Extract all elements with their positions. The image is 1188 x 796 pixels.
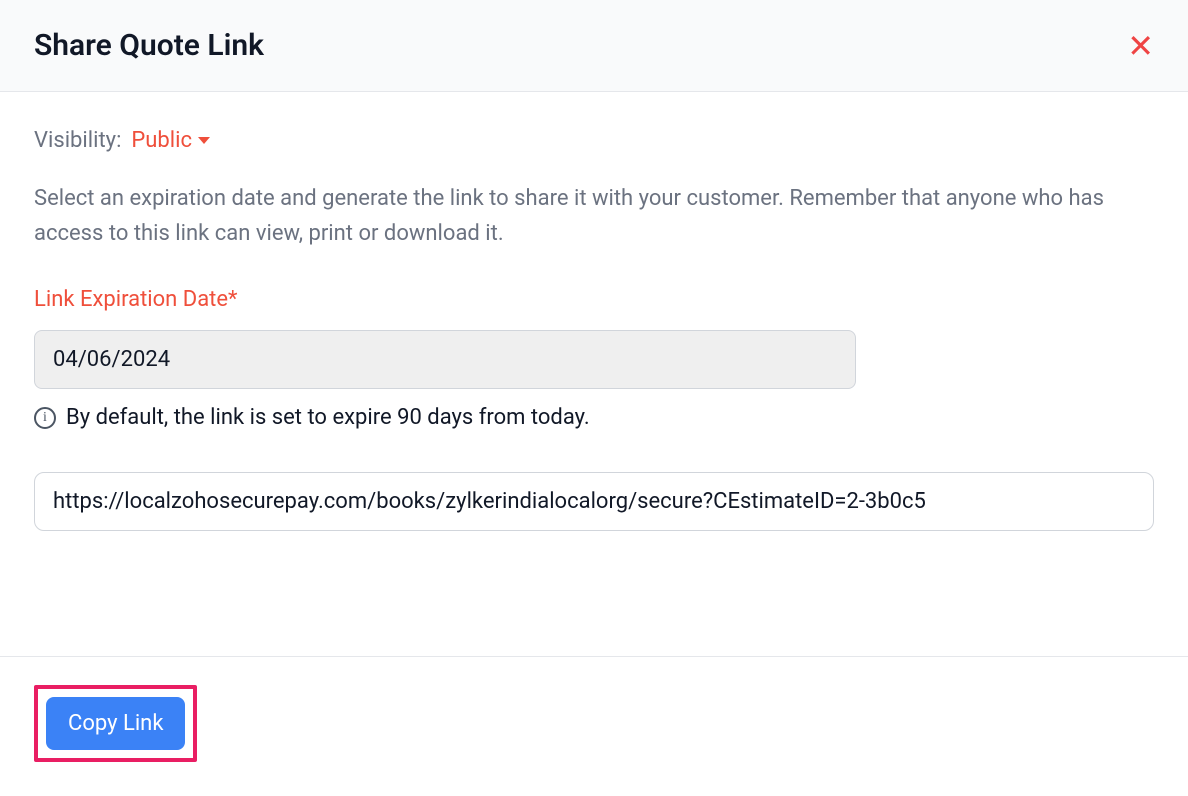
visibility-label: Visibility:	[34, 128, 121, 153]
highlight-annotation: Copy Link	[34, 685, 197, 762]
copy-link-button[interactable]: Copy Link	[46, 697, 185, 750]
modal-footer: Copy Link	[0, 656, 1188, 796]
share-link-modal: Share Quote Link ✕ Visibility: Public Se…	[0, 0, 1188, 796]
chevron-down-icon	[198, 137, 210, 144]
close-icon: ✕	[1127, 28, 1154, 64]
expiration-help-text: By default, the link is set to expire 90…	[66, 405, 590, 430]
visibility-value: Public	[131, 128, 192, 153]
expiration-label: Link Expiration Date*	[34, 287, 1154, 312]
visibility-row: Visibility: Public	[34, 128, 1154, 153]
visibility-dropdown[interactable]: Public	[131, 128, 210, 153]
expiration-help-row: i By default, the link is set to expire …	[34, 405, 1154, 430]
modal-body: Visibility: Public Select an expiration …	[0, 92, 1188, 656]
share-url-input[interactable]	[34, 472, 1154, 531]
description-text: Select an expiration date and generate t…	[34, 181, 1134, 251]
info-icon: i	[34, 407, 56, 429]
modal-header: Share Quote Link ✕	[0, 0, 1188, 92]
modal-title: Share Quote Link	[34, 28, 264, 63]
expiration-date-input[interactable]	[34, 330, 856, 389]
close-button[interactable]: ✕	[1127, 30, 1154, 62]
